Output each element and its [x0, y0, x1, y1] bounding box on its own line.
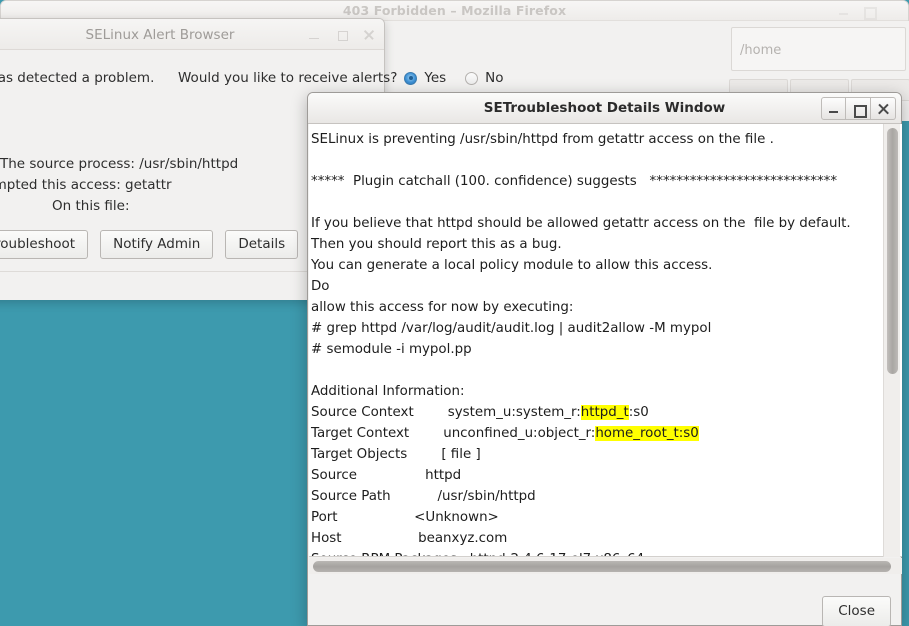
alert-question-label: Would you like to receive alerts? — [178, 70, 398, 86]
details-info-value: system_u:system_r: — [447, 405, 581, 420]
details-text-line: You can generate a local policy module t… — [311, 258, 713, 273]
alert-detected-message: inux has detected a problem. — [0, 70, 155, 86]
details-text-line: ***** Plugin catchall (100. confidence) … — [311, 174, 838, 189]
details-info-row: Source RPM Packages httpd-2.4.6-17.el7.x… — [311, 549, 883, 556]
details-info-row: Port <Unknown> — [311, 507, 883, 528]
details-window-controls — [821, 97, 896, 120]
details-titlebar[interactable]: SETroubleshoot Details Window — [308, 93, 901, 124]
details-info-value-highlight: httpd_t — [580, 405, 629, 420]
alert-source-process-line: The source process: /usr/sbin/httpd — [0, 156, 239, 172]
alert-question-row: Would you like to receive alerts? Yes No — [178, 70, 504, 86]
firefox-close-icon[interactable] — [887, 5, 900, 18]
details-text-content: SELinux is preventing /usr/sbin/httpd fr… — [311, 129, 883, 556]
alert-button-row: roubleshoot Notify Admin Details — [0, 230, 299, 259]
details-info-row: Source Context system_u:system_r:httpd_t… — [311, 402, 883, 423]
close-button[interactable]: Close — [822, 596, 891, 626]
details-info-value: beanxyz.com — [418, 531, 508, 546]
details-maximize-icon[interactable] — [846, 97, 871, 120]
radio-no-label: No — [485, 70, 504, 86]
firefox-url-text: /home — [740, 43, 782, 58]
details-info-label: Source Path — [311, 489, 438, 504]
desktop: 403 Forbidden – Mozilla Firefox /home SE… — [0, 0, 909, 626]
firefox-maximize-icon[interactable] — [862, 5, 877, 20]
firefox-url-bar[interactable]: /home — [731, 27, 906, 71]
details-info-value: httpd — [425, 468, 462, 483]
details-info-label: Port — [311, 510, 415, 525]
alert-browser-titlebar[interactable]: SELinux Alert Browser — [0, 19, 384, 50]
details-info-value: <Unknown> — [414, 510, 499, 525]
details-info-row: Source Path /usr/sbin/httpd — [311, 486, 883, 507]
radio-no[interactable] — [465, 71, 479, 85]
details-vertical-scrollbar[interactable] — [883, 124, 900, 557]
alert-attempted-access-line: tempted this access: getattr — [0, 177, 172, 193]
details-info-row: Target Objects [ file ] — [311, 444, 883, 465]
details-text-line: Then you should report this as a bug. — [311, 237, 562, 252]
details-info-row: Source httpd — [311, 465, 883, 486]
radio-yes[interactable] — [404, 71, 418, 85]
details-horizontal-scrollbar[interactable] — [309, 558, 902, 574]
details-info-label: Source RPM Packages — [311, 552, 470, 556]
details-text-line: # semodule -i mypol.pp — [311, 342, 472, 357]
details-info-value: /usr/sbin/httpd — [437, 489, 536, 504]
details-text-line: # grep httpd /var/log/audit/audit.log | … — [311, 321, 712, 336]
details-text-line: If you believe that httpd should be allo… — [311, 216, 851, 231]
troubleshoot-button[interactable]: roubleshoot — [0, 230, 89, 259]
details-info-label: Source — [311, 468, 426, 483]
details-window-title: SETroubleshoot Details Window — [483, 100, 726, 116]
firefox-window-title: 403 Forbidden – Mozilla Firefox — [342, 3, 567, 18]
notify-admin-button[interactable]: Notify Admin — [100, 230, 214, 259]
alert-close-icon[interactable] — [362, 28, 376, 42]
details-button[interactable]: Details — [225, 230, 299, 259]
details-info-label: Host — [311, 531, 419, 546]
alert-minimize-icon[interactable] — [307, 28, 321, 42]
horizontal-scrollbar-thumb[interactable] — [313, 561, 891, 572]
details-text-line — [311, 360, 883, 381]
details-info-value-highlight: home_root_t:s0 — [595, 426, 699, 441]
details-info-label: Source Context — [311, 405, 448, 420]
details-info-value: unconfined_u:object_r: — [443, 426, 596, 441]
details-info-value-suffix: :s0 — [628, 405, 649, 420]
details-text-line — [311, 192, 883, 213]
alert-browser-title: SELinux Alert Browser — [85, 27, 235, 43]
details-text-line: Do — [311, 279, 330, 294]
details-text-line: allow this access for now by executing: — [311, 300, 574, 315]
details-text-view[interactable]: SELinux is preventing /usr/sbin/httpd fr… — [309, 124, 902, 557]
alert-maximize-icon[interactable] — [335, 28, 349, 42]
details-info-value: httpd-2.4.6-17.el7.x86_64 — [470, 552, 644, 556]
details-close-icon[interactable] — [871, 97, 896, 120]
details-text-line — [311, 150, 883, 171]
details-info-row: Host beanxyz.com — [311, 528, 883, 549]
details-info-row: Target Context unconfined_u:object_r:hom… — [311, 423, 883, 444]
details-info-label: Target Objects — [311, 447, 442, 462]
details-minimize-icon[interactable] — [821, 97, 846, 120]
alert-on-this-file-line: On this file: — [52, 198, 130, 214]
details-info-value: [ file ] — [441, 447, 481, 462]
setroubleshoot-details-window[interactable]: SETroubleshoot Details Window SELinux is… — [307, 92, 902, 626]
radio-yes-label: Yes — [424, 70, 447, 86]
details-text-line: SELinux is preventing /usr/sbin/httpd fr… — [311, 132, 774, 147]
vertical-scrollbar-thumb[interactable] — [887, 128, 898, 374]
firefox-minimize-icon[interactable] — [837, 5, 850, 18]
details-text-line: Additional Information: — [311, 384, 465, 399]
details-info-label: Target Context — [311, 426, 444, 441]
details-action-bar: Close — [309, 575, 900, 626]
